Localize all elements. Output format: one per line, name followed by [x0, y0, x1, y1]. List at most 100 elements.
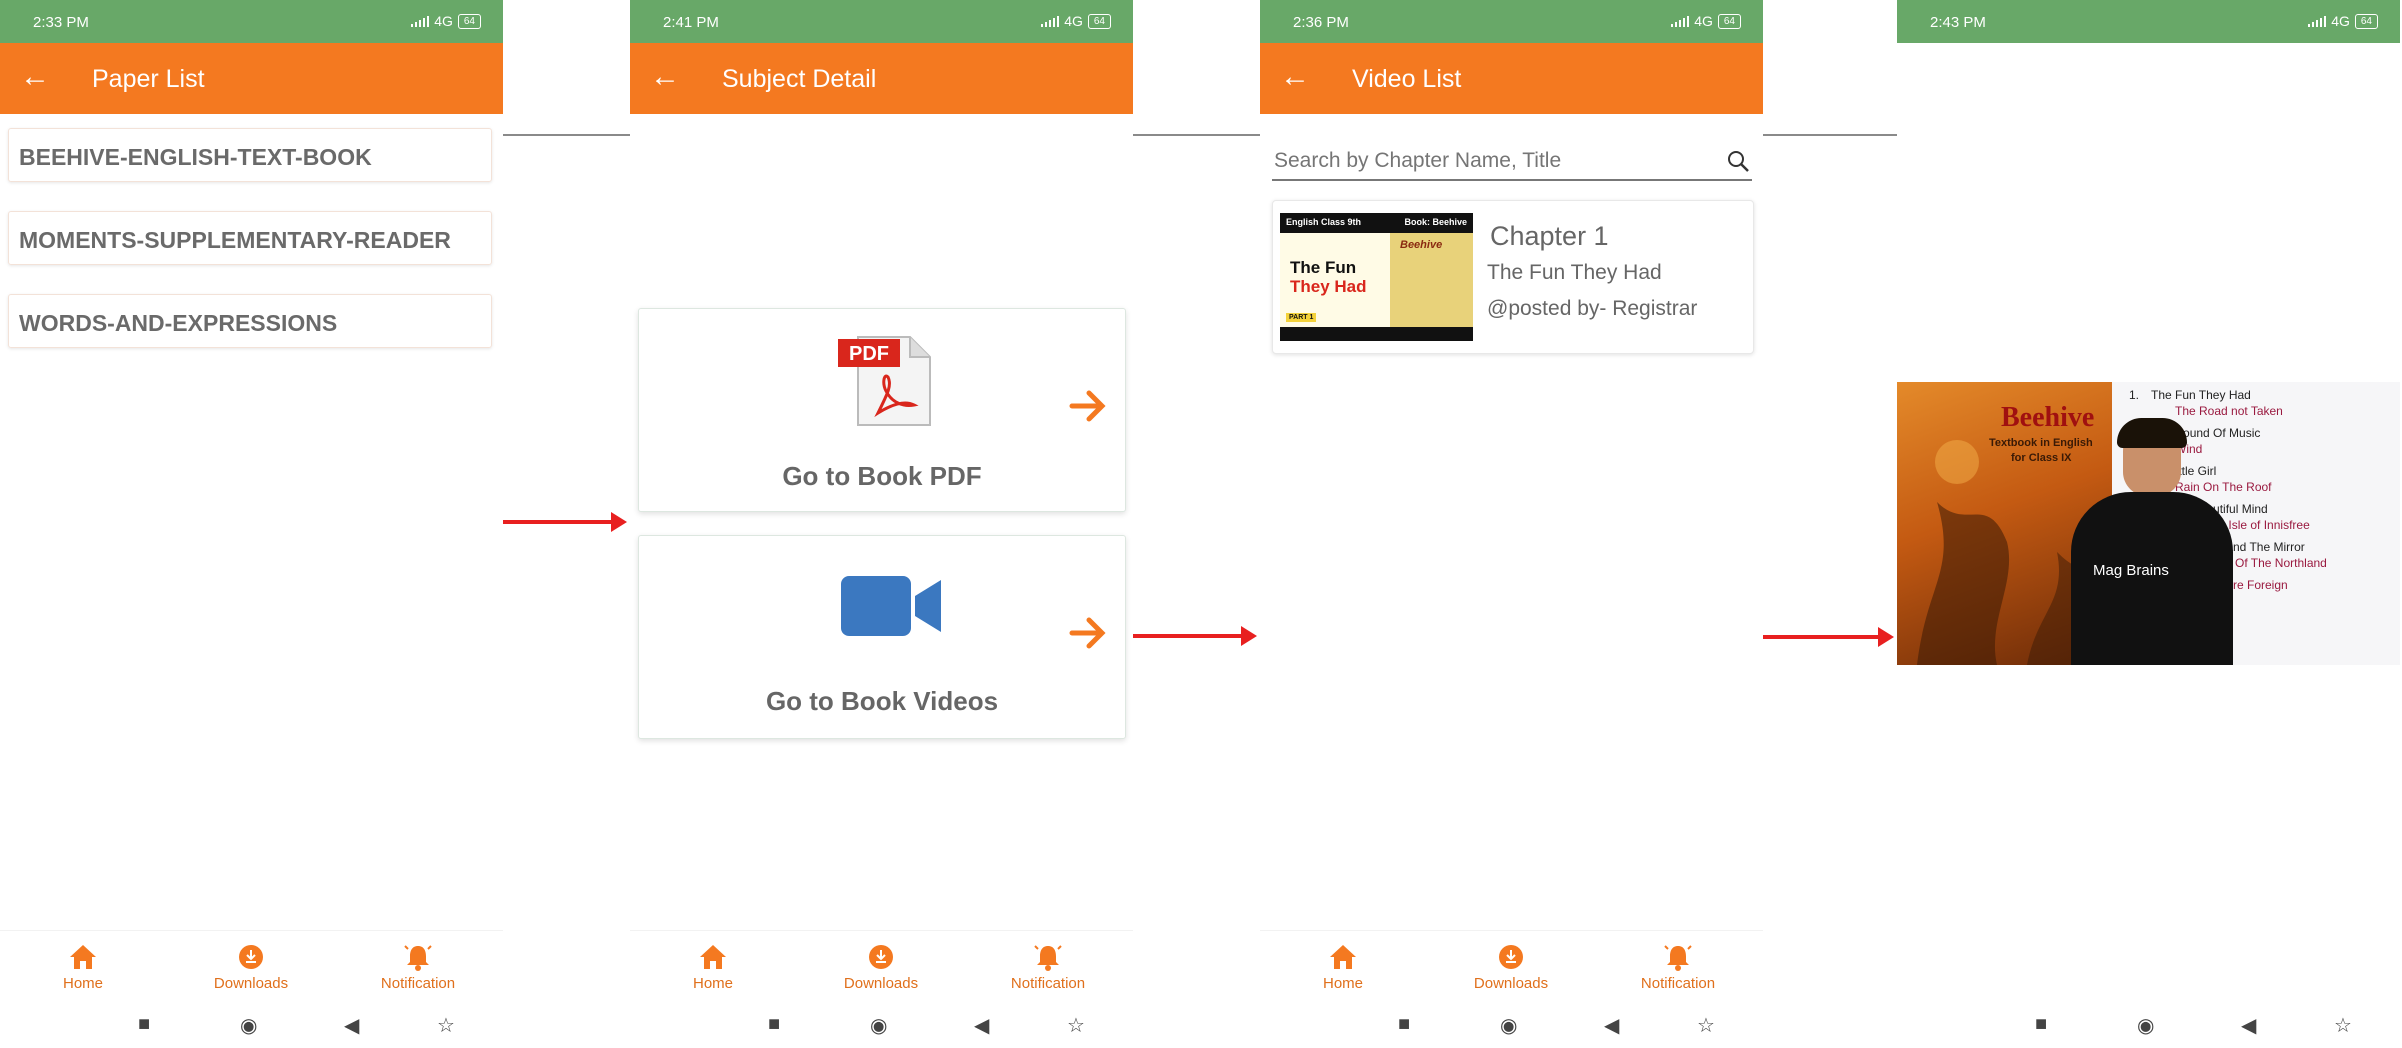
nav-downloads-label: Downloads: [213, 975, 289, 992]
status-time: 2:43 PM: [1930, 14, 1986, 31]
system-nav-bar: ■ ◉ ◀ ☆: [630, 1004, 1133, 1048]
nav-notification[interactable]: Notification: [358, 943, 478, 992]
bottom-navigation: Home Downloads Notification: [1260, 930, 1763, 1005]
video-camera-icon: [841, 576, 941, 636]
system-nav-bar: ■ ◉ ◀ ☆: [1897, 1004, 2400, 1048]
thumb-cover-title: Beehive: [1400, 239, 1443, 251]
screen-subject-detail: 2:41 PM 4G 64 ← Subject Detail PDF Go to…: [630, 0, 1133, 1048]
app-bar: ← Paper List: [0, 43, 503, 114]
network-label: 4G: [1064, 13, 1083, 29]
accessibility-icon[interactable]: ☆: [1697, 1013, 1715, 1038]
book-videos-label: Go to Book Videos: [765, 686, 999, 716]
arrow-right-icon: [1069, 617, 1106, 649]
video-posted-by: @posted by- Registrar: [1487, 297, 1698, 320]
book-videos-card[interactable]: Go to Book Videos: [638, 535, 1126, 739]
video-list-item[interactable]: English Class 9th Book: Beehive Beehive …: [1272, 200, 1754, 354]
home-icon: [1330, 945, 1356, 969]
nav-home[interactable]: Home: [1283, 943, 1403, 992]
recents-icon[interactable]: ■: [2035, 1013, 2047, 1036]
bottom-navigation: Home Downloads Notification: [0, 930, 503, 1005]
back-arrow-icon[interactable]: ←: [20, 59, 50, 95]
presenter: Mag Brains: [2057, 418, 2247, 665]
presenter-brand: Mag Brains: [2093, 562, 2169, 579]
nav-downloads[interactable]: Downloads: [191, 943, 311, 992]
screen-video-player: 2:43 PM 4G 64 Beehive Textbook in Englis…: [1897, 0, 2400, 1048]
paper-list-item[interactable]: WORDS-AND-EXPRESSIONS: [8, 294, 492, 348]
search-bar[interactable]: [1272, 145, 1752, 181]
recents-icon[interactable]: ■: [1398, 1013, 1410, 1036]
bell-icon: [1034, 945, 1062, 971]
video-title: The Fun They Had: [1487, 261, 1662, 284]
presenter-hair: [2117, 418, 2187, 448]
paper-list-item[interactable]: BEEHIVE-ENGLISH-TEXT-BOOK: [8, 128, 492, 182]
nav-downloads[interactable]: Downloads: [821, 943, 941, 992]
status-icons: 4G 64: [411, 13, 481, 29]
back-triangle-icon[interactable]: ◀: [1604, 1013, 1619, 1038]
nav-home[interactable]: Home: [23, 943, 143, 992]
nav-notification[interactable]: Notification: [1618, 943, 1738, 992]
divider-line: [503, 134, 630, 136]
home-circle-icon[interactable]: ◉: [1500, 1013, 1517, 1038]
download-icon: [1499, 945, 1523, 969]
divider-line: [1763, 134, 1897, 136]
accessibility-icon[interactable]: ☆: [1067, 1013, 1085, 1038]
system-nav-bar: ■ ◉ ◀ ☆: [0, 1004, 503, 1048]
status-bar: 2:41 PM 4G 64: [630, 0, 1133, 43]
app-bar: ← Video List: [1260, 43, 1763, 114]
accessibility-icon[interactable]: ☆: [437, 1013, 455, 1038]
contents-sub: The Road not Taken: [2175, 404, 2283, 418]
thumb-book-label: Book: Beehive: [1404, 217, 1467, 227]
paper-item-label: MOMENTS-SUPPLEMENTARY-READER: [19, 227, 451, 253]
status-icons: 4G 64: [1041, 13, 1111, 29]
thumb-title-line1: The Fun: [1290, 258, 1357, 277]
flow-arrow: [1133, 626, 1257, 646]
battery-icon: 64: [2354, 13, 2378, 29]
nav-downloads[interactable]: Downloads: [1451, 943, 1571, 992]
network-label: 4G: [2331, 13, 2350, 29]
video-chapter: Chapter 1: [1490, 221, 1609, 251]
search-icon[interactable]: [1726, 149, 1750, 173]
status-time: 2:41 PM: [663, 14, 719, 31]
network-label: 4G: [1694, 13, 1713, 29]
recents-icon[interactable]: ■: [768, 1013, 780, 1036]
video-player[interactable]: Beehive Textbook in English for Class IX…: [1897, 382, 2400, 665]
paper-list-item[interactable]: MOMENTS-SUPPLEMENTARY-READER: [8, 211, 492, 265]
bell-icon: [1664, 945, 1692, 971]
paper-item-label: BEEHIVE-ENGLISH-TEXT-BOOK: [19, 144, 372, 170]
accessibility-icon[interactable]: ☆: [2334, 1013, 2352, 1038]
status-time: 2:33 PM: [33, 14, 89, 31]
nav-downloads-label: Downloads: [843, 975, 919, 992]
nav-home-label: Home: [62, 975, 103, 992]
download-icon: [869, 945, 893, 969]
nav-home-label: Home: [1322, 975, 1363, 992]
home-circle-icon[interactable]: ◉: [870, 1013, 887, 1038]
home-circle-icon[interactable]: ◉: [2137, 1013, 2154, 1038]
back-arrow-icon[interactable]: ←: [650, 59, 680, 95]
search-input[interactable]: [1272, 145, 1716, 177]
nav-notification[interactable]: Notification: [988, 943, 1108, 992]
pdf-icon: PDF: [838, 336, 931, 426]
pdf-badge: PDF: [849, 343, 889, 365]
nav-home-label: Home: [692, 975, 733, 992]
app-bar: ← Subject Detail: [630, 43, 1133, 114]
back-arrow-icon[interactable]: ←: [1280, 59, 1310, 95]
thumb-part-label: PART 1: [1286, 313, 1317, 322]
back-triangle-icon[interactable]: ◀: [974, 1013, 989, 1038]
recents-icon[interactable]: ■: [138, 1013, 150, 1036]
bottom-navigation: Home Downloads Notification: [630, 930, 1133, 1005]
download-icon: [239, 945, 263, 969]
battery-icon: 64: [1717, 13, 1741, 29]
back-triangle-icon[interactable]: ◀: [344, 1013, 359, 1038]
arrow-right-icon: [1069, 390, 1106, 422]
status-icons: 4G 64: [1671, 13, 1741, 29]
signal-icon: [1041, 15, 1060, 27]
book-pdf-card[interactable]: PDF Go to Book PDF: [638, 308, 1126, 512]
nav-notification-label: Notification: [1640, 975, 1716, 992]
home-circle-icon[interactable]: ◉: [240, 1013, 257, 1038]
page-title: Subject Detail: [722, 65, 877, 93]
battery-icon: 64: [1087, 13, 1111, 29]
back-triangle-icon[interactable]: ◀: [2241, 1013, 2256, 1038]
nav-home[interactable]: Home: [653, 943, 773, 992]
contents-title: The Fun They Had: [2151, 388, 2251, 402]
video-thumbnail: English Class 9th Book: Beehive Beehive …: [1280, 213, 1473, 341]
